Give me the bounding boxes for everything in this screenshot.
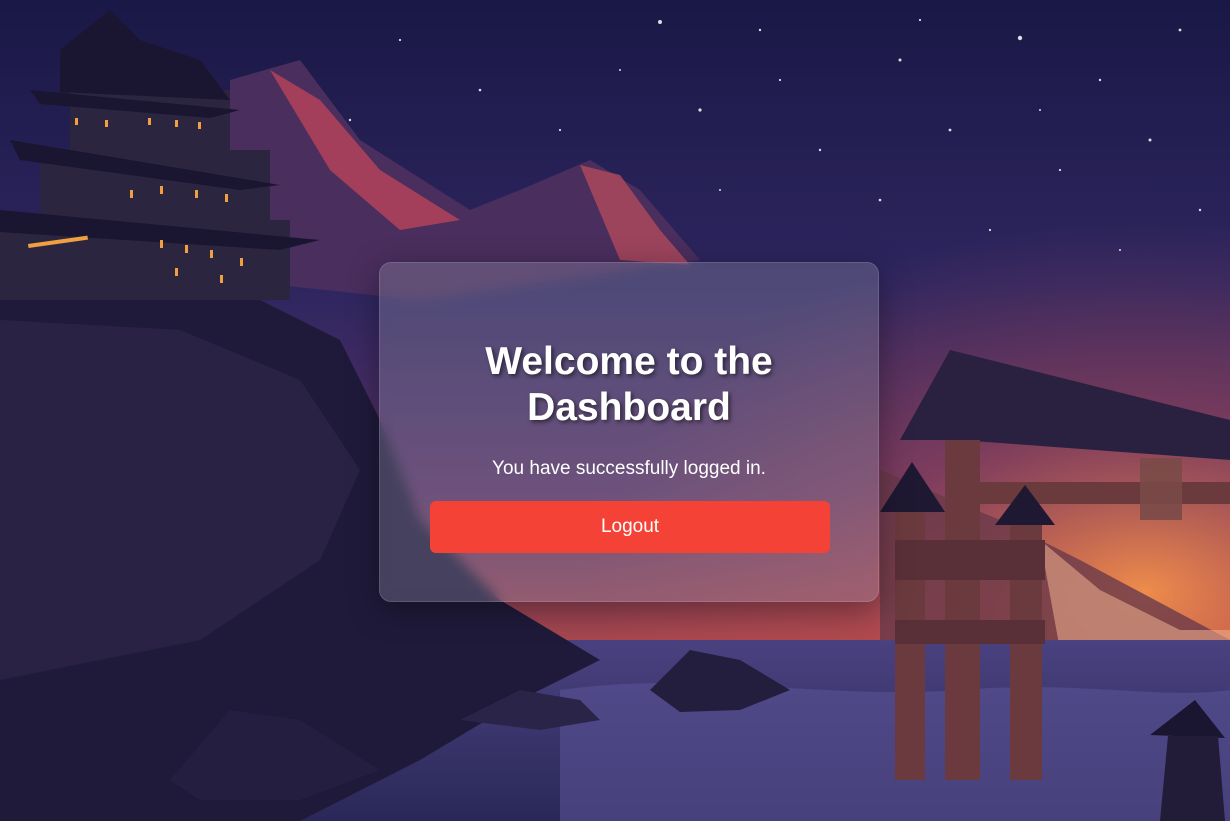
page-title: Welcome to the Dashboard	[485, 340, 773, 429]
login-success-message: You have successfully logged in.	[492, 458, 766, 479]
welcome-card: Welcome to the Dashboard You have succes…	[379, 262, 879, 602]
logout-button[interactable]: Logout	[430, 501, 830, 553]
